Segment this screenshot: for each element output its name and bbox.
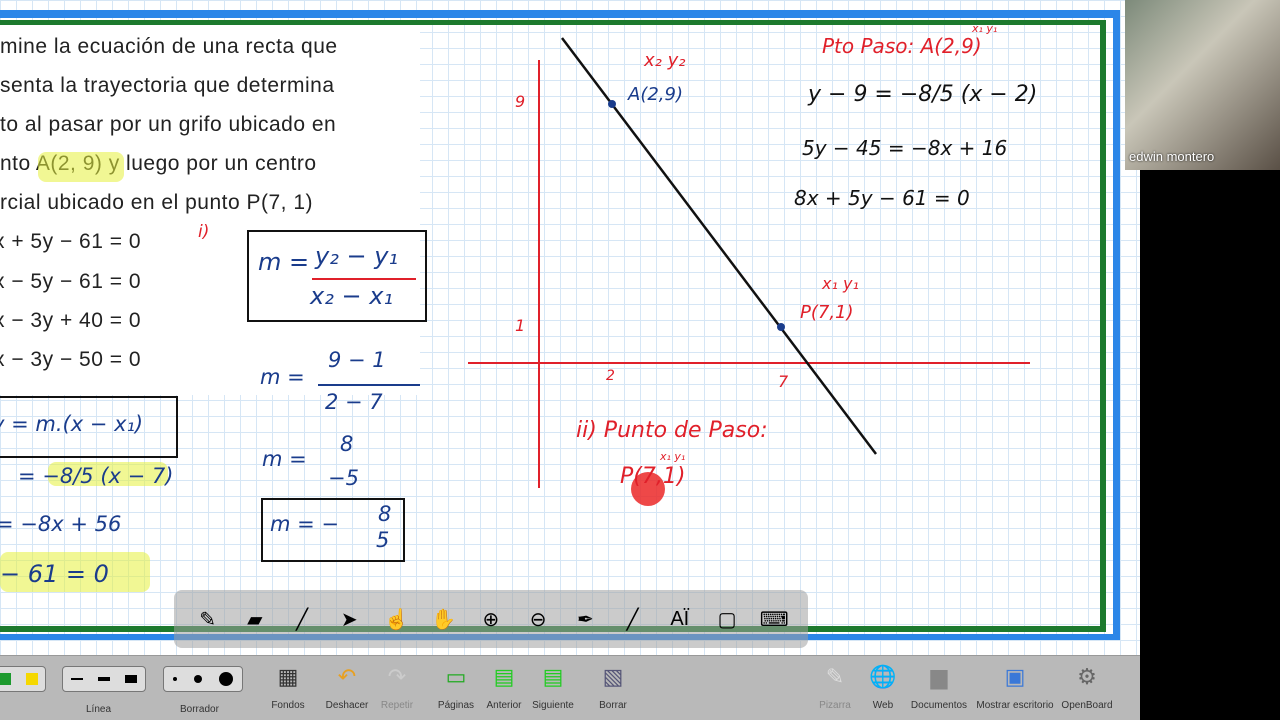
openboard-menu-button[interactable]: ⚙ OpenBoard bbox=[1060, 662, 1114, 711]
hw-text: ii) Punto de Paso: bbox=[576, 418, 768, 443]
next-page-icon: ▤ bbox=[542, 664, 564, 689]
bottom-toolbar: Línea Borrador ▦ Fondos ↶ Deshacer ↷ Repeti… bbox=[0, 655, 1140, 720]
line-thin[interactable] bbox=[70, 678, 83, 680]
clear-page-icon: ▧ bbox=[602, 664, 624, 689]
hw-text: 8x + 5y − 61 = 0 bbox=[794, 186, 970, 210]
mostrar-escritorio-button[interactable]: ▣ Mostrar escritorio bbox=[972, 662, 1058, 711]
button-label: Web bbox=[872, 700, 894, 711]
floating-tool-palette: ✎ ▰ ╱ ➤ ☝ ✋ ⊕ ⊖ ✒ ╱ AÏ ▢ ⌨ bbox=[174, 590, 808, 648]
deshacer-button[interactable]: ↶ Deshacer bbox=[324, 662, 370, 711]
highlighter-icon[interactable]: ╱ bbox=[285, 607, 319, 632]
linea-label: Línea bbox=[86, 704, 112, 715]
line-thick[interactable] bbox=[125, 675, 138, 683]
hw-text: 5y − 45 = −8x + 16 bbox=[802, 136, 1008, 160]
hw-text: P(7,1) bbox=[800, 302, 854, 323]
hw-text: Pto Paso: A(2,9) bbox=[822, 34, 982, 58]
background-grid-icon: ▦ bbox=[277, 664, 299, 689]
repetir-button[interactable]: ↷ Repetir bbox=[378, 662, 416, 711]
hw-text: P(7,1) bbox=[620, 464, 686, 489]
pen-tool-icon[interactable]: ✒ bbox=[568, 607, 602, 632]
pen-icon[interactable]: ✎ bbox=[191, 607, 225, 632]
hw-text: 7 bbox=[778, 372, 789, 391]
line-width-picker[interactable] bbox=[62, 666, 146, 692]
color-green[interactable] bbox=[0, 673, 11, 685]
board-icon: ✎ bbox=[825, 664, 845, 689]
folder-icon: ▆ bbox=[930, 664, 948, 689]
button-label: Borrar bbox=[599, 700, 627, 711]
webcam-overlay: edwin montero bbox=[1125, 0, 1280, 170]
black-region bbox=[1140, 170, 1280, 720]
previous-page-icon: ▤ bbox=[493, 664, 515, 689]
eraser-large[interactable] bbox=[219, 672, 234, 686]
borrador-label: Borrador bbox=[180, 704, 219, 715]
eraser-size-picker[interactable] bbox=[163, 666, 243, 692]
line-icon[interactable]: ╱ bbox=[616, 607, 650, 632]
hw-text: 1 bbox=[515, 316, 526, 335]
button-label: Anterior bbox=[486, 700, 522, 711]
hw-text: x₁ y₁ bbox=[660, 450, 686, 463]
gear-icon: ⚙ bbox=[1077, 664, 1097, 689]
line-medium[interactable] bbox=[97, 677, 110, 681]
color-picker[interactable] bbox=[0, 666, 46, 692]
button-label: Deshacer bbox=[325, 700, 369, 711]
anterior-button[interactable]: ▤ Anterior bbox=[485, 662, 523, 711]
hw-text: x₁ y₁ bbox=[822, 274, 859, 293]
desktop-icon: ▣ bbox=[1004, 664, 1026, 689]
globe-icon: 🌐 bbox=[869, 664, 897, 689]
button-label: Pizarra bbox=[819, 700, 851, 711]
keyboard-icon[interactable]: ⌨ bbox=[757, 607, 791, 632]
documentos-button[interactable]: ▆ Documentos bbox=[908, 662, 970, 711]
undo-icon: ↶ bbox=[337, 664, 357, 689]
point-a bbox=[608, 100, 616, 108]
borrar-button[interactable]: ▧ Borrar bbox=[595, 662, 631, 711]
pizarra-button[interactable]: ✎ Pizarra bbox=[816, 662, 854, 711]
whiteboard-canvas[interactable]: mine la ecuación de una recta que senta … bbox=[0, 0, 1140, 655]
redo-icon: ↷ bbox=[387, 664, 407, 689]
eraser-icon[interactable]: ▰ bbox=[238, 607, 272, 632]
text-icon[interactable]: AÏ bbox=[663, 608, 697, 631]
button-label: Siguiente bbox=[532, 700, 574, 711]
presenter-name: edwin montero bbox=[1129, 149, 1215, 164]
button-label: OpenBoard bbox=[1061, 700, 1113, 711]
laser-icon[interactable]: ☝ bbox=[379, 607, 413, 632]
button-label: Documentos bbox=[910, 700, 968, 711]
color-yellow[interactable] bbox=[25, 673, 38, 685]
button-label: Mostrar escritorio bbox=[976, 700, 1054, 711]
web-button[interactable]: 🌐 Web bbox=[866, 662, 900, 711]
button-label: Fondos bbox=[271, 700, 305, 711]
zoom-out-icon[interactable]: ⊖ bbox=[521, 607, 555, 632]
hw-text: 9 bbox=[515, 92, 526, 111]
siguiente-button[interactable]: ▤ Siguiente bbox=[530, 662, 576, 711]
pointer-icon[interactable]: ➤ bbox=[332, 607, 366, 632]
hw-text: y − 9 = −8/5 (x − 2) bbox=[808, 82, 1038, 107]
zoom-in-icon[interactable]: ⊕ bbox=[474, 607, 508, 632]
point-p bbox=[777, 323, 785, 331]
paginas-button[interactable]: ▭ Páginas bbox=[436, 662, 476, 711]
hand-icon[interactable]: ✋ bbox=[427, 607, 461, 632]
button-label: Repetir bbox=[380, 700, 414, 711]
hw-text: x₂ y₂ bbox=[644, 50, 686, 71]
capture-icon[interactable]: ▢ bbox=[710, 607, 744, 632]
fondos-button[interactable]: ▦ Fondos bbox=[268, 662, 308, 711]
hw-text: A(2,9) bbox=[628, 84, 683, 105]
eraser-small[interactable] bbox=[172, 677, 177, 681]
eraser-medium[interactable] bbox=[193, 675, 202, 683]
add-page-icon: ▭ bbox=[445, 664, 467, 689]
hw-text: 2 bbox=[606, 368, 615, 384]
button-label: Páginas bbox=[437, 700, 475, 711]
